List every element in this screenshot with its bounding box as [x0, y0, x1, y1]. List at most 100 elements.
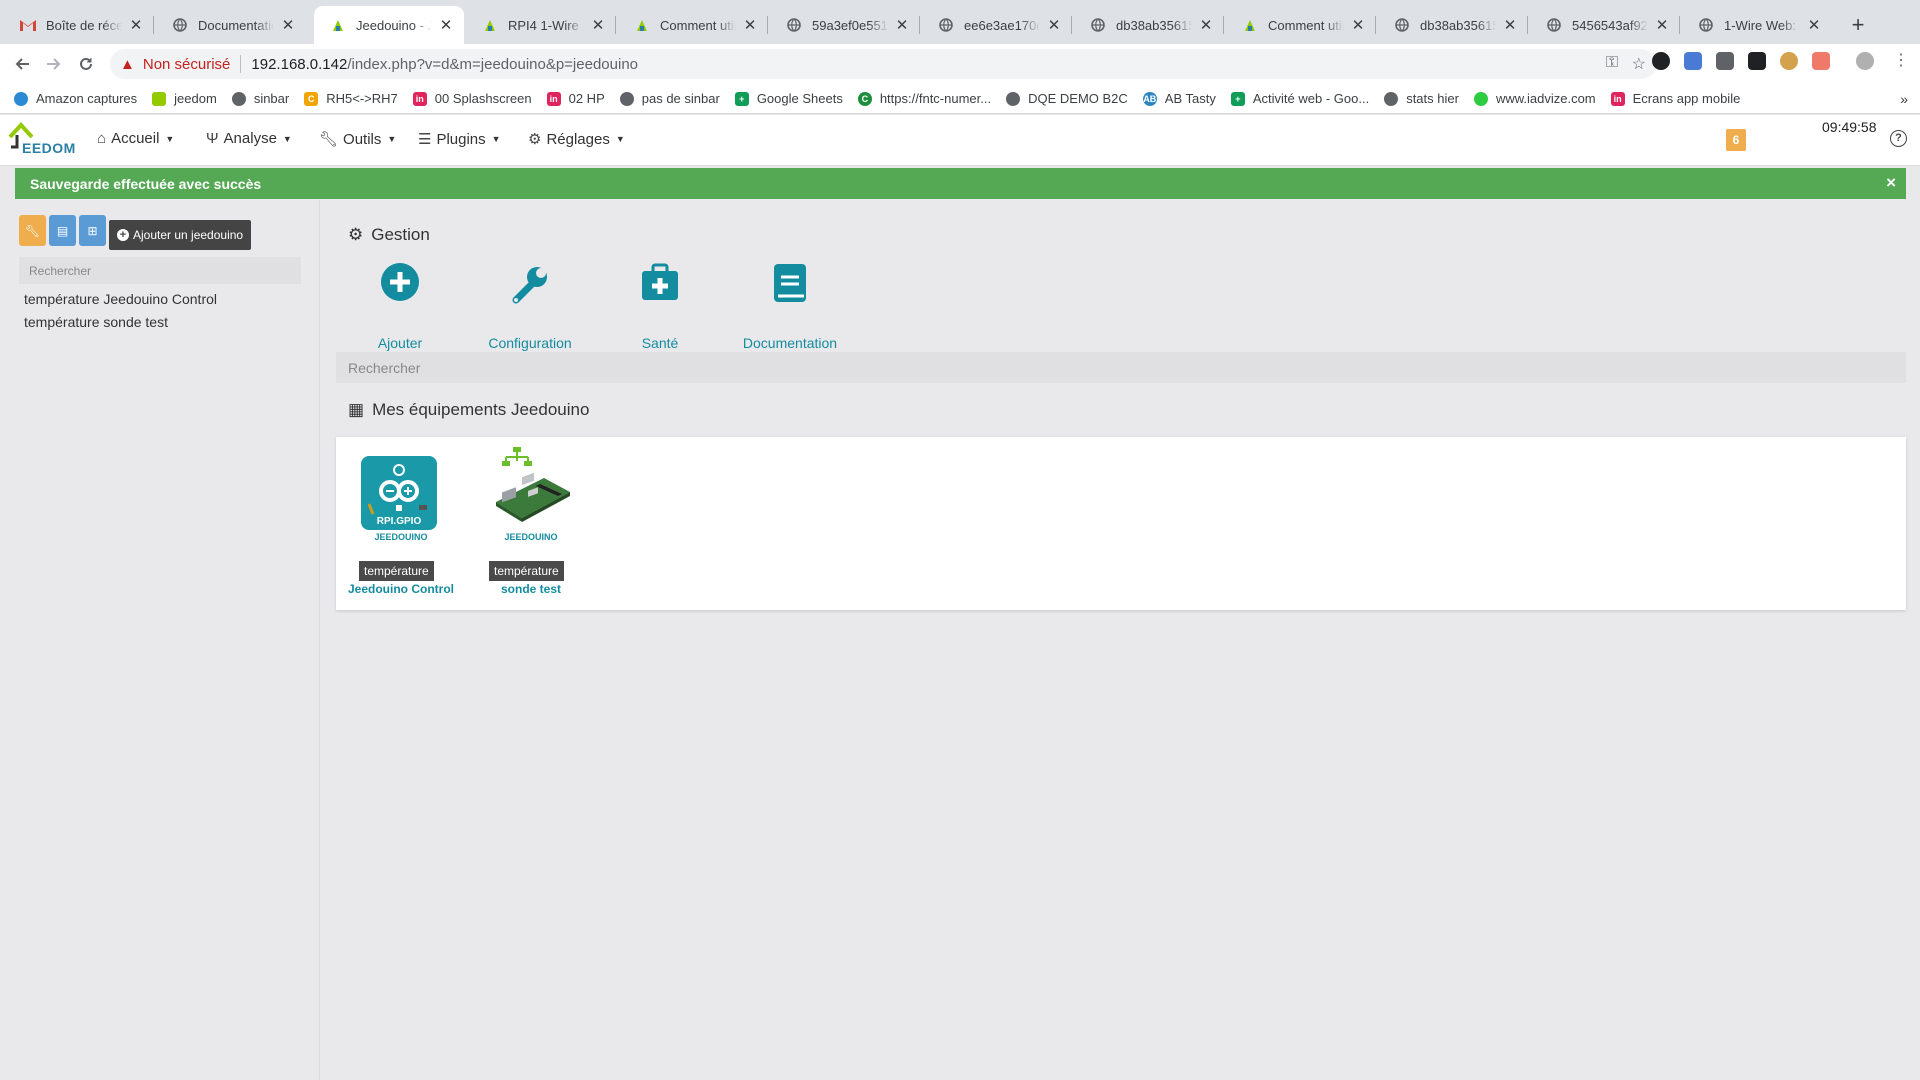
- browser-tab[interactable]: Documentation ✕: [156, 6, 306, 44]
- bookmark-item[interactable]: + Google Sheets: [734, 91, 843, 106]
- card-label: Documentation: [742, 335, 838, 351]
- browser-tab[interactable]: Comment utiliser ✕: [1226, 6, 1376, 44]
- card-sante[interactable]: Santé: [595, 262, 725, 351]
- tab-close-icon[interactable]: ✕: [128, 16, 144, 34]
- tab-close-icon[interactable]: ✕: [1350, 16, 1366, 34]
- wrench-button[interactable]: 🔧︎: [19, 215, 46, 246]
- address-bar[interactable]: ▲ Non sécurisé 192.168.0.142 /index.php?…: [110, 49, 1656, 79]
- tab-close-icon[interactable]: ✕: [1198, 16, 1214, 34]
- tab-close-icon[interactable]: ✕: [590, 16, 606, 34]
- tab-title: Comment utiliser: [1268, 17, 1344, 33]
- equipment-list-item[interactable]: température Jeedouino Control: [24, 291, 217, 307]
- menu-analyse[interactable]: Ψ Analyse ▼: [206, 130, 292, 147]
- bookmark-item[interactable]: + Activité web - Goo...: [1230, 91, 1369, 106]
- menu-reglages[interactable]: ⚙ Réglages ▼: [528, 130, 625, 149]
- browser-tab[interactable]: 59a3ef0e55187 ✕: [770, 6, 920, 44]
- globe-icon: [231, 91, 246, 106]
- bookmark-star-icon[interactable]: ☆: [1632, 54, 1646, 74]
- card-label: Santé: [641, 335, 679, 351]
- profile-avatar[interactable]: [1856, 52, 1874, 70]
- browser-tab[interactable]: Comment utiliser ✕: [618, 6, 768, 44]
- tab-title: RPI4 1-Wire - Communauté: [508, 17, 584, 33]
- bookmark-item[interactable]: www.iadvize.com: [1473, 91, 1596, 106]
- tab-close-icon[interactable]: ✕: [1502, 16, 1518, 34]
- add-jeedouino-button[interactable]: + Ajouter un jeedouino: [109, 220, 252, 250]
- sheets-icon: +: [1230, 91, 1245, 106]
- extension-icon[interactable]: [1652, 52, 1670, 70]
- bookmark-item[interactable]: Chttps://fntc-numer...: [857, 91, 991, 106]
- bookmark-item[interactable]: pas de sinbar: [619, 91, 720, 106]
- tab-close-icon[interactable]: ✕: [1654, 16, 1670, 34]
- bookmark-item[interactable]: Amazon captures: [14, 91, 137, 106]
- browser-tab[interactable]: Boîte de réception ✕: [4, 6, 154, 44]
- file-button[interactable]: ▤: [49, 215, 76, 246]
- back-icon[interactable]: [10, 52, 34, 76]
- close-icon[interactable]: ×: [1886, 173, 1896, 193]
- help-icon[interactable]: ?: [1890, 130, 1907, 147]
- browser-tab[interactable]: RPI4 1-Wire - Communauté ✕: [466, 6, 616, 44]
- success-alert: Sauvegarde effectuée avec succès ×: [15, 168, 1906, 199]
- extension-icon[interactable]: [1812, 52, 1830, 70]
- browser-tab-active[interactable]: Jeedouino - Jeedom ✕: [314, 6, 464, 44]
- equipment-list-item[interactable]: température sonde test: [24, 314, 168, 330]
- extension-icon[interactable]: [1748, 52, 1766, 70]
- browser-tab[interactable]: db38ab356155 ✕: [1074, 6, 1224, 44]
- more-bookmarks-icon[interactable]: »: [1900, 91, 1908, 107]
- card-label: Configuration: [488, 335, 572, 351]
- cloud-icon: [14, 91, 28, 106]
- card-documentation[interactable]: Documentation: [725, 262, 855, 351]
- warning-icon: ▲: [120, 55, 135, 73]
- card-configuration[interactable]: Configuration: [465, 262, 595, 351]
- menu-accueil[interactable]: ⌂ Accueil ▼: [97, 130, 174, 147]
- tab-title: 59a3ef0e55187: [812, 17, 888, 33]
- left-search-input[interactable]: Rechercher: [19, 257, 301, 284]
- invision-icon: in: [546, 91, 561, 106]
- tab-close-icon[interactable]: ✕: [438, 16, 454, 34]
- tab-close-icon[interactable]: ✕: [742, 16, 758, 34]
- card-ajouter[interactable]: Ajouter: [335, 262, 465, 351]
- extension-icon[interactable]: [1684, 52, 1702, 70]
- jeedom-logo[interactable]: EEDOM: [8, 121, 78, 161]
- key-icon[interactable]: ⚿: [1606, 54, 1618, 72]
- main-search-input[interactable]: Rechercher: [336, 352, 1906, 383]
- globe-icon: [619, 91, 634, 106]
- browser-tab[interactable]: 5456543af9201 ✕: [1530, 6, 1680, 44]
- browser-tab[interactable]: db38ab356155 ✕: [1378, 6, 1528, 44]
- bookmark-item[interactable]: stats hier: [1384, 91, 1459, 106]
- bookmark-item[interactable]: DQE DEMO B2C: [1006, 91, 1128, 106]
- tab-title: Comment utiliser: [660, 17, 736, 33]
- tab-close-icon[interactable]: ✕: [280, 16, 296, 34]
- extension-icon[interactable]: [1716, 52, 1734, 70]
- tab-title: db38ab356155: [1116, 17, 1192, 33]
- menu-outils[interactable]: 🔧︎ Outils ▼: [319, 130, 396, 149]
- extension-icon[interactable]: [1780, 52, 1798, 70]
- bookmark-item[interactable]: in 00 Splashscreen: [412, 91, 532, 106]
- tab-close-icon[interactable]: ✕: [894, 16, 910, 34]
- bookmark-item[interactable]: in 02 HP: [546, 91, 605, 106]
- menu-plugins[interactable]: ☰ Plugins ▼: [418, 130, 501, 149]
- tab-close-icon[interactable]: ✕: [1046, 16, 1062, 34]
- bookmark-item[interactable]: in Ecrans app mobile: [1610, 91, 1740, 106]
- new-tab-button[interactable]: +: [1845, 12, 1871, 38]
- jeedom-icon: [634, 17, 650, 33]
- tab-title: Jeedouino - Jeedom: [356, 17, 432, 33]
- bookmark-item[interactable]: C RH5<->RH7: [304, 91, 398, 106]
- equipment-name-2: Jeedouino Control: [348, 582, 454, 596]
- browser-tab[interactable]: 1-Wire Web: Dir ✕: [1682, 6, 1832, 44]
- equipment-name: température: [489, 561, 564, 581]
- bookmark-item[interactable]: jeedom: [152, 91, 217, 106]
- browser-tab[interactable]: ee6e3ae170df7 ✕: [922, 6, 1072, 44]
- tab-close-icon[interactable]: ✕: [1806, 16, 1822, 34]
- wrench-icon: 🔧︎: [24, 223, 41, 238]
- forward-icon[interactable]: [42, 52, 66, 76]
- notification-badge[interactable]: 6: [1726, 129, 1746, 151]
- medkit-button[interactable]: ⊞: [79, 215, 106, 246]
- c-icon: C: [857, 91, 872, 106]
- bookmark-item[interactable]: sinbar: [231, 91, 289, 106]
- browser-menu-icon[interactable]: ⋮: [1893, 52, 1909, 70]
- wrench-icon: 🔧︎: [319, 131, 339, 148]
- arduino-icon: RPI.GPIO: [361, 456, 437, 530]
- reload-icon[interactable]: [74, 52, 98, 76]
- browser-tab-strip: Boîte de réception ✕ Documentation ✕ Jee…: [0, 0, 1920, 49]
- bookmark-item[interactable]: AB AB Tasty: [1142, 91, 1216, 106]
